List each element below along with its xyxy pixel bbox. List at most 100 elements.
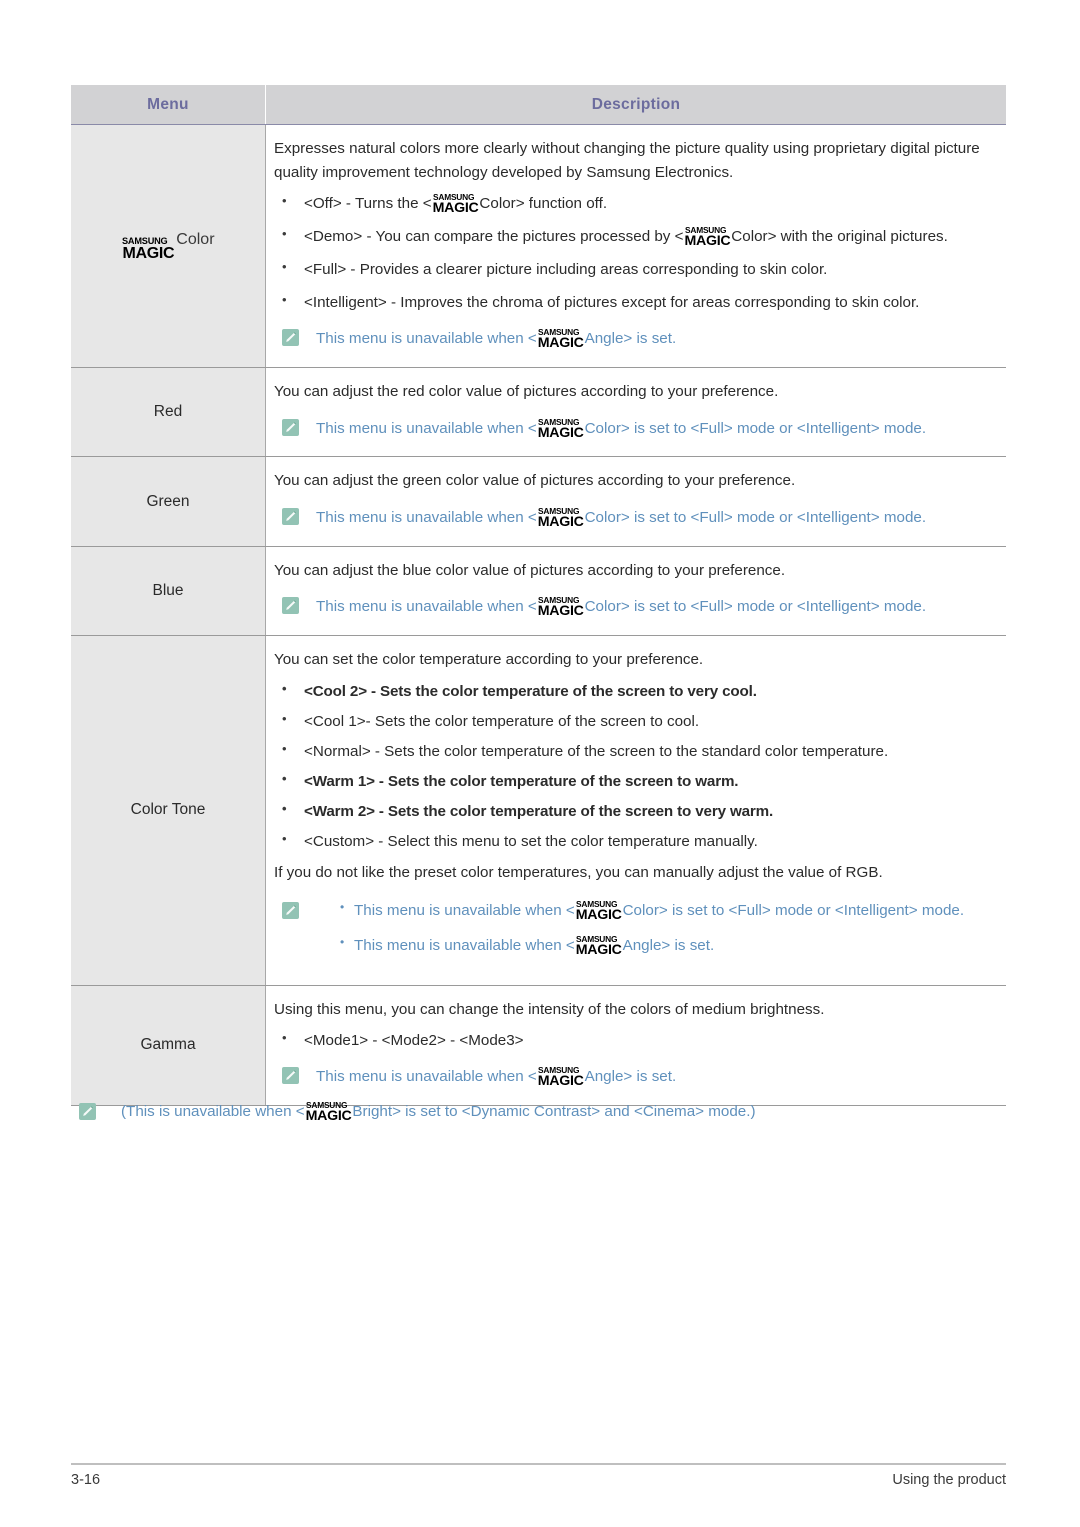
footer-divider: [71, 1463, 1006, 1465]
menu-cell-red: Red: [71, 367, 266, 458]
note-text-pre: This menu is unavailable when <: [354, 937, 575, 955]
note-icon: [282, 418, 299, 436]
column-header-menu: Menu: [71, 85, 266, 125]
note-text-post: Color> is set to <Full> mode or <Intelli…: [622, 902, 965, 920]
description-cell-color-tone: You can set the color temperature accord…: [265, 635, 1006, 986]
note-red: This menu is unavailable when < SAMSUNG MA…: [274, 418, 1000, 441]
samsung-magic-logo-icon: SAMSUNG MAGIC: [575, 935, 622, 959]
note-text-post: Angle> is set.: [584, 330, 677, 348]
trailing-paragraph: If you do not like the preset color temp…: [274, 863, 883, 881]
paragraph: You can adjust the green color value of …: [274, 472, 796, 490]
bullet-list: <Off> - Turns the <SAMSUNGMAGICColor> fu…: [274, 192, 1000, 314]
note-icon: [282, 329, 299, 347]
column-header-description: Description: [265, 85, 1006, 125]
list-item: This menu is unavailable when <SAMSUNGMA…: [340, 934, 1000, 959]
list-item: <Normal> - Sets the color temperature of…: [274, 740, 1000, 763]
note-text-pre: This menu is unavailable when <: [316, 330, 537, 348]
bullet-text-post: Color> with the original pictures.: [731, 228, 948, 246]
page: Menu Description SAMSUNG MAGIC Color Exp…: [0, 0, 1080, 1527]
list-item: <Custom> - Select this menu to set the c…: [274, 830, 1000, 853]
footer-page-number: 3-16: [71, 1472, 101, 1488]
table-row: Gamma Using this menu, you can change th…: [71, 985, 1006, 1106]
note-icon: [282, 507, 299, 525]
note-text-post: Color> is set to <Full> mode or <Intelli…: [584, 598, 927, 616]
note-color-tone: This menu is unavailable when <SAMSUNGMA…: [274, 899, 1000, 959]
note-text-pre: This menu is unavailable when <: [316, 419, 537, 437]
paragraph: Expresses natural colors more clearly wi…: [274, 140, 980, 181]
note-icon: [282, 1067, 299, 1085]
table-row: Color Tone You can set the color tempera…: [71, 635, 1006, 986]
paragraph: You can set the color temperature accord…: [274, 651, 704, 669]
bullet-text-pre: <Off> - Turns the <: [304, 195, 432, 213]
samsung-magic-logo-icon: SAMSUNG MAGIC: [537, 596, 584, 620]
description-cell-magiccolor: Expresses natural colors more clearly wi…: [265, 124, 1006, 369]
note-gamma: This menu is unavailable when < SAMSUNG MA…: [274, 1066, 1000, 1089]
note-green: This menu is unavailable when < SAMSUNG MA…: [274, 507, 1000, 530]
paragraph: Using this menu, you can change the inte…: [274, 1000, 825, 1018]
list-item: <Mode1> - <Mode2> - <Mode3>: [274, 1029, 1000, 1052]
note-icon: [282, 902, 299, 920]
note-text-post: Angle> is set.: [622, 937, 715, 955]
paragraph: You can adjust the blue color value of p…: [274, 561, 786, 579]
samsung-magic-logo-icon: SAMSUNG MAGIC: [537, 506, 584, 530]
note-text-post: Angle> is set.: [584, 1068, 677, 1086]
samsung-magic-logo-icon: SAMSUNG MAGIC: [537, 1066, 584, 1090]
list-item: <Cool 2> - Sets the color temperature of…: [274, 680, 1000, 703]
magic-color-logo: SAMSUNG MAGIC Color: [121, 231, 215, 263]
samsung-magic-logo-icon: SAMSUNG MAGIC: [537, 417, 584, 441]
list-item: <Intelligent> - Improves the chroma of p…: [274, 291, 1000, 314]
list-item: <Warm 2> - Sets the color temperature of…: [274, 800, 1000, 823]
page-footer: 3-16 Using the product: [71, 1472, 1006, 1488]
samsung-magic-logo-icon: SAMSUNG MAGIC: [537, 328, 584, 352]
table-row: Red You can adjust the red color value o…: [71, 367, 1006, 458]
note-text-post: Color> is set to <Full> mode or <Intelli…: [584, 508, 927, 526]
samsung-magic-logo-icon: SAMSUNG MAGIC: [684, 226, 731, 250]
note-icon: [79, 1103, 96, 1120]
footnote-text-post: Bright> is set to <Dynamic Contrast> and…: [352, 1103, 756, 1120]
list-item: <Cool 1>- Sets the color temperature of …: [274, 710, 1000, 733]
list-item: <Demo> - You can compare the pictures pr…: [274, 225, 1000, 250]
description-cell-green: You can adjust the green color value of …: [265, 456, 1006, 547]
description-cell-gamma: Using this menu, you can change the inte…: [265, 985, 1006, 1106]
note-text-pre: This menu is unavailable when <: [316, 508, 537, 526]
bullet-text-post: Color> function off.: [479, 195, 608, 213]
bullet-text-pre: <Full> - Provides a clearer picture incl…: [304, 261, 828, 279]
list-item: <Off> - Turns the <SAMSUNGMAGICColor> fu…: [274, 192, 1000, 217]
bullet-text-pre: <Demo> - You can compare the pictures pr…: [304, 228, 684, 246]
footnote-text-pre: (This is unavailable when <: [121, 1103, 305, 1120]
samsung-magic-logo-icon: SAMSUNG MAGIC: [432, 193, 479, 217]
note-bullet-list: This menu is unavailable when <SAMSUNGMA…: [282, 899, 1000, 959]
bullet-list: <Mode1> - <Mode2> - <Mode3>: [274, 1029, 1000, 1052]
description-cell-red: You can adjust the red color value of pi…: [265, 367, 1006, 458]
menu-cell-green: Green: [71, 456, 266, 547]
description-cell-blue: You can adjust the blue color value of p…: [265, 546, 1006, 637]
note-icon: [282, 597, 299, 615]
samsung-magic-logo-icon: SAMSUNG MAGIC: [305, 1101, 352, 1124]
menu-cell-magiccolor: SAMSUNG MAGIC Color: [71, 124, 266, 369]
magic-logo-suffix: Color: [176, 231, 215, 249]
menu-cell-color-tone: Color Tone: [71, 635, 266, 986]
note-text-post: Color> is set to <Full> mode or <Intelli…: [584, 419, 927, 437]
table-row: Blue You can adjust the blue color value…: [71, 546, 1006, 637]
bullet-list: <Cool 2> - Sets the color temperature of…: [274, 680, 1000, 853]
note-text-pre: This menu is unavailable when <: [316, 1068, 537, 1086]
menu-cell-blue: Blue: [71, 546, 266, 637]
table-header-row: Menu Description: [71, 85, 1006, 125]
samsung-magic-logo-icon: SAMSUNG MAGIC: [575, 900, 622, 924]
list-item: <Warm 1> - Sets the color temperature of…: [274, 770, 1000, 793]
paragraph: You can adjust the red color value of pi…: [274, 383, 779, 401]
samsung-magic-logo-icon: SAMSUNG MAGIC: [122, 236, 175, 263]
specification-table: Menu Description SAMSUNG MAGIC Color Exp…: [71, 85, 1006, 1106]
note-blue: This menu is unavailable when < SAMSUNG MA…: [274, 596, 1000, 619]
bullet-text-pre: <Intelligent> - Improves the chroma of p…: [304, 294, 920, 312]
footer-section-title: Using the product: [892, 1472, 1006, 1488]
menu-cell-gamma: Gamma: [71, 985, 266, 1106]
page-footnote: (This is unavailable when < SAMSUNG MAGIC B…: [79, 1101, 1021, 1124]
table-row: SAMSUNG MAGIC Color Expresses natural co…: [71, 124, 1006, 369]
note-magiccolor: This menu is unavailable when < SAMSUNG MA…: [274, 328, 1000, 351]
table-row: Green You can adjust the green color val…: [71, 456, 1006, 547]
note-text-pre: This menu is unavailable when <: [354, 902, 575, 920]
list-item: This menu is unavailable when <SAMSUNGMA…: [340, 899, 1000, 924]
note-text-pre: This menu is unavailable when <: [316, 598, 537, 616]
list-item: <Full> - Provides a clearer picture incl…: [274, 258, 1000, 281]
